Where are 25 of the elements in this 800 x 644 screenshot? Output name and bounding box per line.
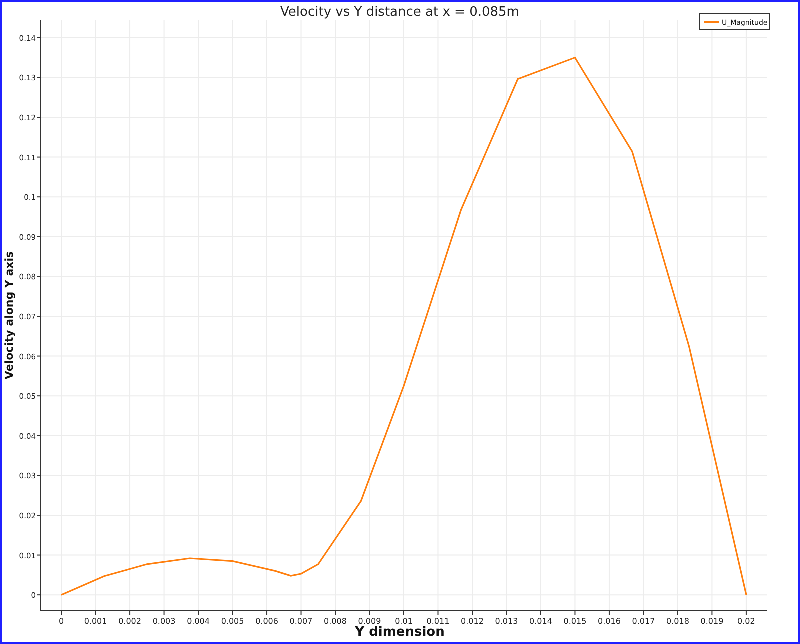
x-tick-label: 0.004 xyxy=(187,617,210,626)
x-tick-label: 0.002 xyxy=(118,617,142,626)
x-tick-label: 0.014 xyxy=(530,617,552,626)
x-tick-label: 0.003 xyxy=(152,617,176,626)
x-tick-label: 0.008 xyxy=(324,617,347,626)
x-tick-label: 0.011 xyxy=(426,617,450,626)
x-tick-label: 0.007 xyxy=(290,617,313,626)
x-tick-label: 0.009 xyxy=(358,617,382,626)
x-tick-label: 0.017 xyxy=(632,617,656,626)
x-axis-title: Y dimension xyxy=(355,625,445,640)
y-axis-title: Velocity along Y axis xyxy=(3,251,16,380)
legend-box xyxy=(700,14,770,30)
x-tick-label: 0.001 xyxy=(84,617,108,626)
x-tick-label: 0.015 xyxy=(564,617,587,626)
x-tick-label: 0.01 xyxy=(395,617,413,626)
x-tick-label: 0.019 xyxy=(700,617,724,626)
x-tick-label: 0.016 xyxy=(598,617,621,626)
x-tick-label: 0 xyxy=(59,617,64,626)
chart-title: Velocity vs Y distance at x = 0.085m xyxy=(280,5,520,20)
x-tick-label: 0.005 xyxy=(221,617,244,626)
x-tick-label: 0.013 xyxy=(495,617,518,626)
x-tick-label: 0.02 xyxy=(738,617,756,626)
x-tick-label: 0.012 xyxy=(461,617,484,626)
x-tick-label: 0.006 xyxy=(256,617,278,626)
x-tick-label: 0.018 xyxy=(666,617,690,626)
